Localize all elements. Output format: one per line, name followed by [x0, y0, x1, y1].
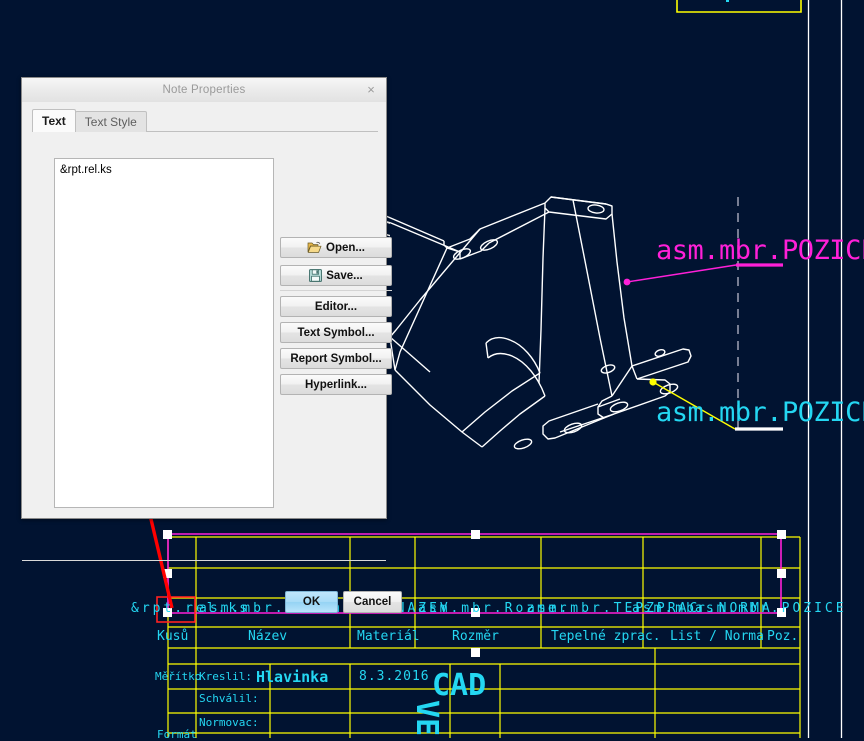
dialog-titlebar[interactable]: Note Properties ×	[22, 78, 386, 103]
dialog-body: Text Text Style Open...	[22, 102, 402, 613]
text-symbol-button-label: Text Symbol...	[297, 326, 375, 339]
floppy-disk-icon	[309, 269, 323, 282]
editor-button[interactable]: Editor...	[280, 296, 392, 317]
titleblock-header-4: Tepelné zprac.	[551, 629, 661, 644]
titleblock-drawn-date[interactable]: 8.3.2016	[359, 669, 430, 684]
titleblock-header-2: Materiál	[357, 629, 420, 644]
titleblock-drawn-name[interactable]: Hlavinka	[256, 668, 328, 686]
open-button[interactable]: Open...	[280, 237, 392, 258]
folder-open-icon	[307, 241, 322, 254]
tab-text[interactable]: Text	[32, 109, 76, 132]
titleblock-scale-label: Měřítko	[155, 670, 202, 683]
titleblock-format-label: Formát	[157, 728, 197, 741]
titleblock-header-6: Poz.	[767, 629, 799, 644]
ok-button[interactable]: OK	[285, 591, 338, 613]
titleblock-approved-label: Schválil:	[199, 692, 259, 705]
titleblock-header-1: Název	[248, 629, 288, 644]
button-group-divider	[280, 290, 392, 291]
titleblock-param-6[interactable]: asm.mbr.POZICE	[695, 601, 847, 616]
cad-stamp-line-2: VE	[409, 700, 444, 737]
text-symbol-button[interactable]: Text Symbol...	[280, 322, 392, 343]
editor-button-label: Editor...	[314, 300, 358, 313]
save-button[interactable]: Save...	[280, 265, 392, 286]
ok-button-label: OK	[302, 596, 321, 608]
tab-text-style[interactable]: Text Style	[74, 111, 147, 132]
annotation-text-cyan[interactable]: asm.mbr.POZICE	[656, 397, 864, 428]
open-button-label: Open...	[326, 241, 365, 254]
hyperlink-button[interactable]: Hyperlink...	[280, 374, 392, 395]
titleblock-header-3: Rozměr	[452, 629, 499, 644]
note-properties-dialog[interactable]: Note Properties × Text Text Style Open..…	[21, 77, 402, 613]
close-icon[interactable]: ×	[362, 81, 380, 99]
save-button-label: Save...	[326, 269, 363, 282]
annotation-text-magenta[interactable]: asm.mbr.POZICE	[656, 235, 864, 266]
note-text-input[interactable]	[54, 158, 274, 508]
cancel-button[interactable]: Cancel	[343, 591, 402, 613]
titleblock-drawn-label: Kreslil:	[199, 670, 252, 683]
report-symbol-button[interactable]: Report Symbol...	[280, 348, 392, 369]
dialog-title: Note Properties	[162, 84, 246, 96]
dialog-footer-divider	[22, 560, 386, 561]
hyperlink-button-label: Hyperlink...	[305, 378, 367, 391]
cad-stamp-line-1: CAD	[432, 668, 487, 703]
titleblock-standard-label: Normovac:	[199, 716, 259, 729]
titleblock-header-0: Kusů	[157, 629, 189, 644]
titleblock-header-5: List / Norma	[670, 629, 764, 644]
report-symbol-button-label: Report Symbol...	[290, 352, 382, 365]
cancel-button-label: Cancel	[353, 596, 392, 608]
dialog-tabstrip: Text Text Style	[32, 109, 147, 132]
